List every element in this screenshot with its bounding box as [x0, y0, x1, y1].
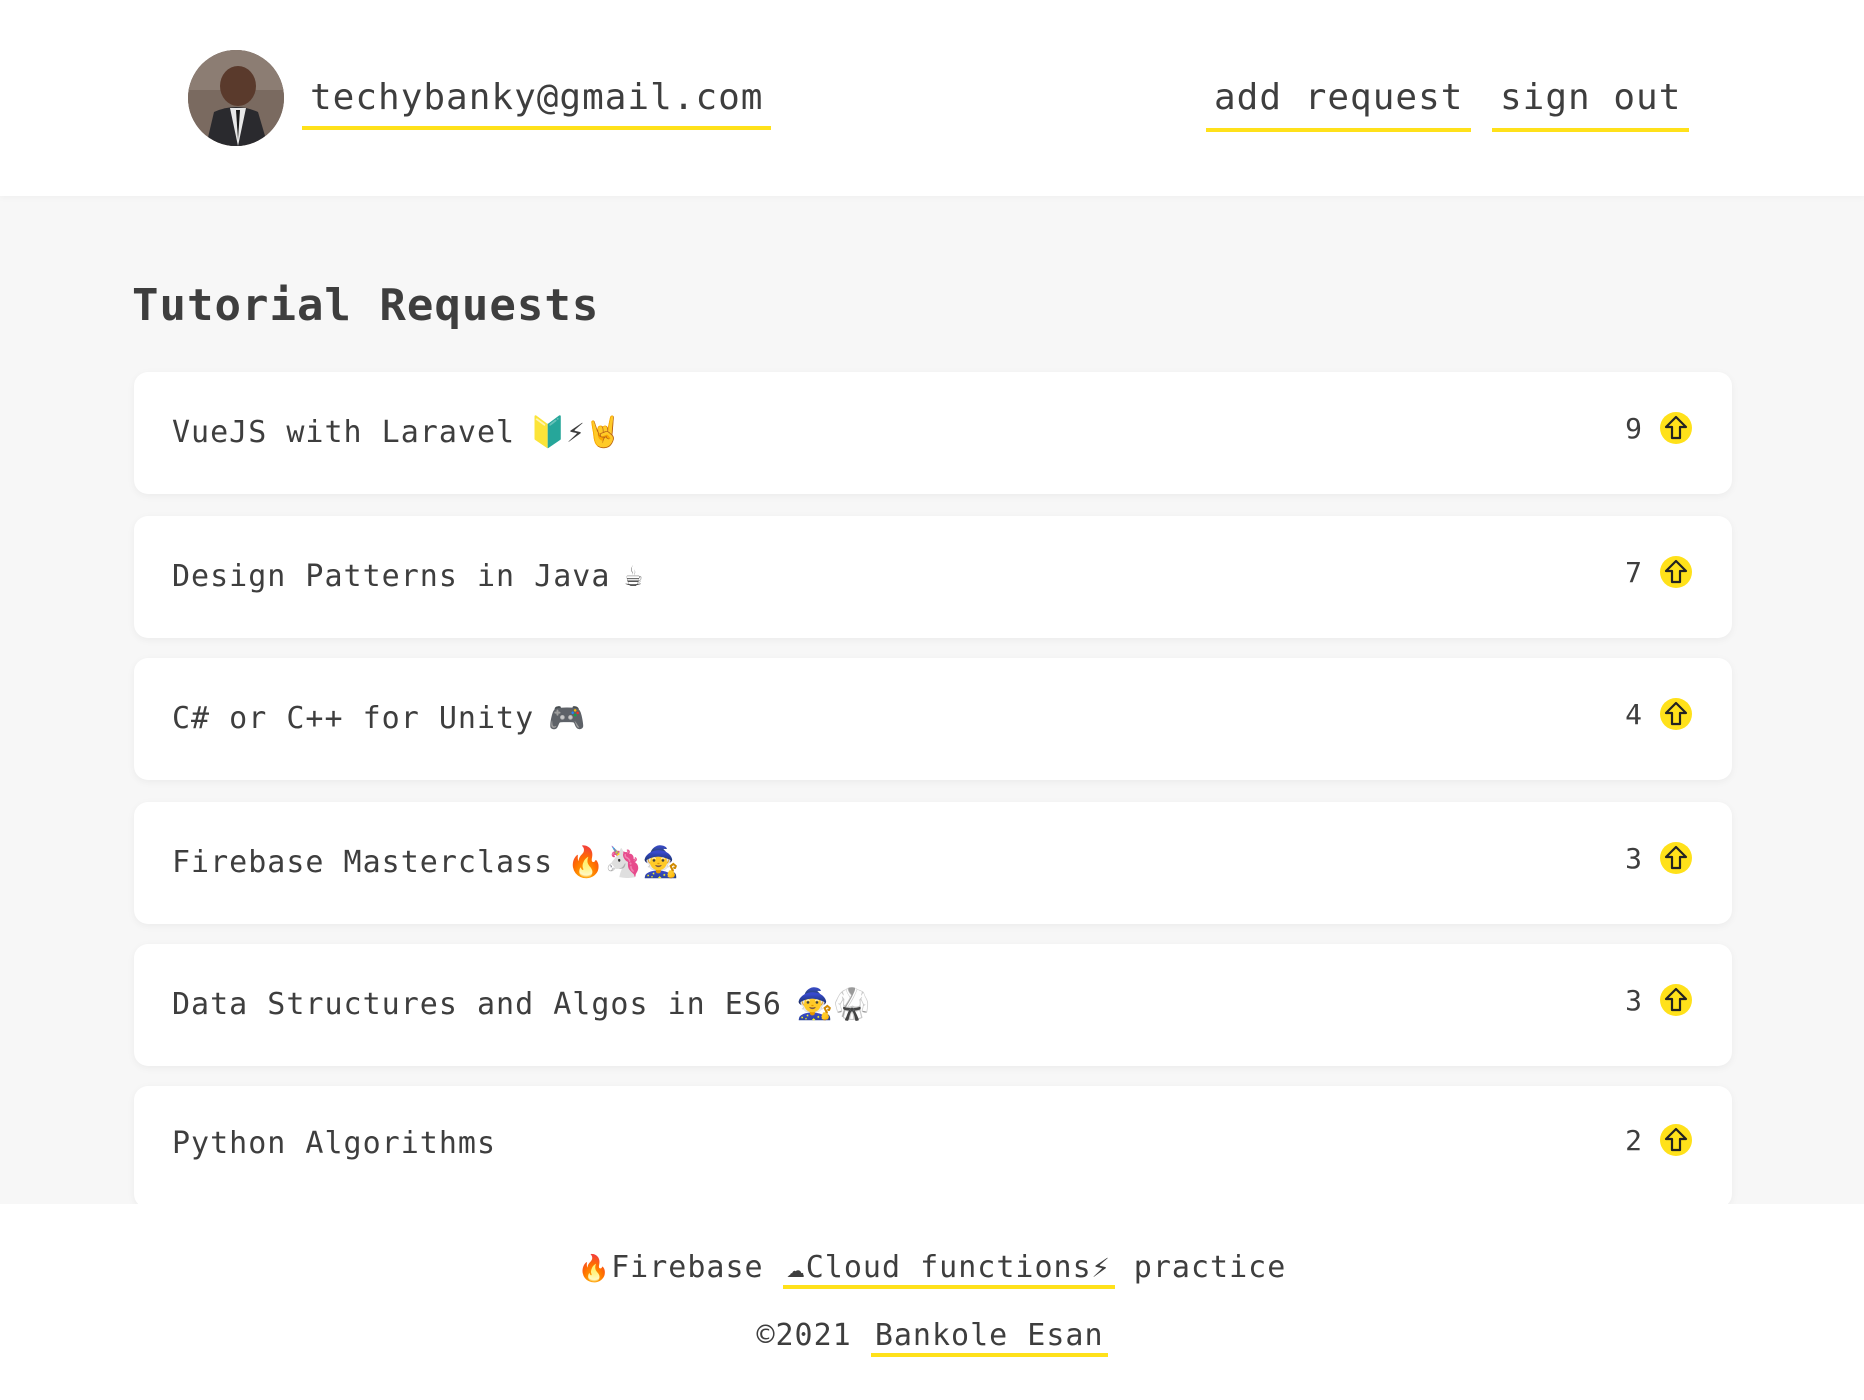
firebase-flame-icon: 🔥 [577, 1254, 612, 1284]
request-card: VueJS with Laravel 🔰⚡🤘 9 [134, 372, 1732, 494]
sign-out-link[interactable]: sign out [1492, 72, 1690, 132]
request-card: C# or C++ for Unity 🎮 4 [134, 658, 1732, 780]
upvote-arrow-icon[interactable] [1660, 984, 1692, 1016]
page-title: Tutorial Requests [132, 280, 600, 331]
vote-count: 7 [1625, 556, 1642, 589]
avatar-photo [188, 50, 284, 146]
main-content: Tutorial Requests VueJS with Laravel 🔰⚡🤘 … [0, 196, 1864, 1204]
firebase-label: Firebase [611, 1250, 764, 1285]
request-card: Data Structures and Algos in ES6 🧙🥋 3 [134, 944, 1732, 1066]
vote-count: 4 [1625, 698, 1642, 731]
request-emoji: ☕ [624, 559, 643, 594]
vote-count: 9 [1625, 412, 1642, 445]
upvote-arrow-icon[interactable] [1660, 412, 1692, 444]
request-title: C# or C++ for Unity [172, 701, 535, 736]
request-emoji: 🔥🦄🧙 [567, 845, 680, 880]
copyright-text: ©2021 [756, 1318, 852, 1353]
upvote-arrow-icon[interactable] [1660, 556, 1692, 588]
footer-copyright: ©2021 Bankole Esan [0, 1318, 1864, 1357]
vote-count: 2 [1625, 1124, 1642, 1157]
add-request-link[interactable]: add request [1206, 72, 1472, 132]
request-title: VueJS with Laravel [172, 415, 516, 450]
user-avatar [188, 50, 284, 146]
request-card: Python Algorithms 2 [134, 1086, 1732, 1204]
request-card: Design Patterns in Java ☕ 7 [134, 516, 1732, 638]
vote-count: 3 [1625, 984, 1642, 1017]
cloud-functions-link[interactable]: ☁Cloud functions⚡ [782, 1250, 1115, 1289]
footer-tagline: 🔥Firebase ☁Cloud functions⚡ practice [0, 1250, 1864, 1289]
author-link[interactable]: Bankole Esan [870, 1318, 1108, 1357]
user-email: techybanky@gmail.com [302, 72, 772, 130]
app-header: techybanky@gmail.com add request sign ou… [0, 0, 1864, 196]
request-title: Firebase Masterclass [172, 845, 554, 880]
upvote-arrow-icon[interactable] [1660, 1124, 1692, 1156]
request-emoji: 🔰⚡🤘 [529, 415, 622, 450]
upvote-arrow-icon[interactable] [1660, 842, 1692, 874]
request-emoji: 🎮 [548, 701, 586, 736]
vote-count: 3 [1625, 842, 1642, 875]
request-title: Python Algorithms [172, 1126, 497, 1161]
practice-label: practice [1133, 1250, 1287, 1285]
app-footer: 🔥Firebase ☁Cloud functions⚡ practice ©20… [0, 1204, 1864, 1400]
request-card: Firebase Masterclass 🔥🦄🧙 3 [134, 802, 1732, 924]
request-title: Data Structures and Algos in ES6 [172, 987, 782, 1022]
upvote-arrow-icon[interactable] [1660, 698, 1692, 730]
request-emoji: 🧙🥋 [795, 987, 871, 1022]
request-title: Design Patterns in Java [172, 559, 611, 594]
